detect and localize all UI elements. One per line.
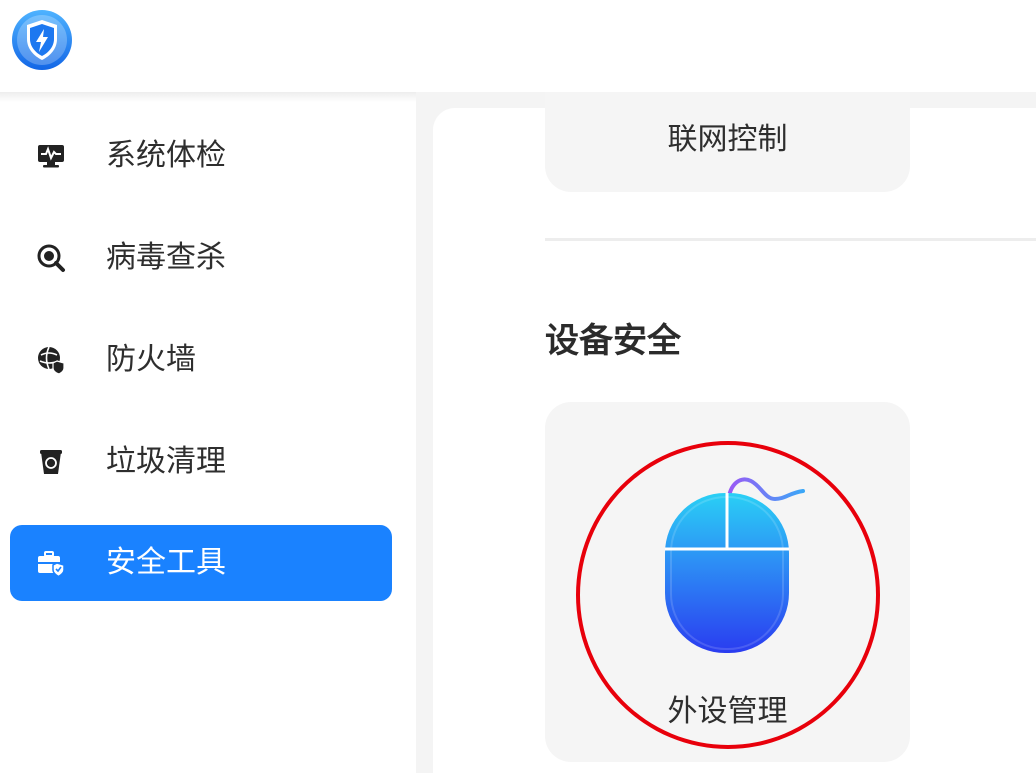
sidebar: 系统体检 病毒查杀 防火墙 垃圾清理 安全工具 xyxy=(0,102,416,773)
sidebar-item-label: 安全工具 xyxy=(106,545,226,580)
sidebar-item-label: 系统体检 xyxy=(106,138,226,173)
sidebar-item-label: 垃圾清理 xyxy=(106,444,226,479)
network-control-card[interactable]: 联网控制 xyxy=(545,92,910,192)
sidebar-item-security-tools[interactable]: 安全工具 xyxy=(10,525,392,601)
trash-can-icon xyxy=(36,447,66,477)
shield-bolt-icon xyxy=(10,8,74,72)
firewall-globe-icon xyxy=(36,345,66,375)
network-control-label: 联网控制 xyxy=(667,122,788,157)
sidebar-item-label: 病毒查杀 xyxy=(106,240,226,275)
highlight-circle xyxy=(576,441,880,749)
sidebar-item-firewall[interactable]: 防火墙 xyxy=(10,322,392,398)
section-divider xyxy=(545,238,1036,241)
sidebar-item-label: 防火墙 xyxy=(106,342,196,377)
title-bar xyxy=(0,0,1036,92)
sidebar-item-junk-cleanup[interactable]: 垃圾清理 xyxy=(10,424,392,500)
sidebar-item-virus-scan[interactable]: 病毒查杀 xyxy=(10,220,392,296)
device-security-title: 设备安全 xyxy=(545,321,681,361)
sidebar-item-system-check[interactable]: 系统体检 xyxy=(10,118,392,194)
virus-scan-icon xyxy=(36,243,66,273)
monitor-pulse-icon xyxy=(36,141,66,171)
toolbox-shield-icon xyxy=(36,548,66,578)
